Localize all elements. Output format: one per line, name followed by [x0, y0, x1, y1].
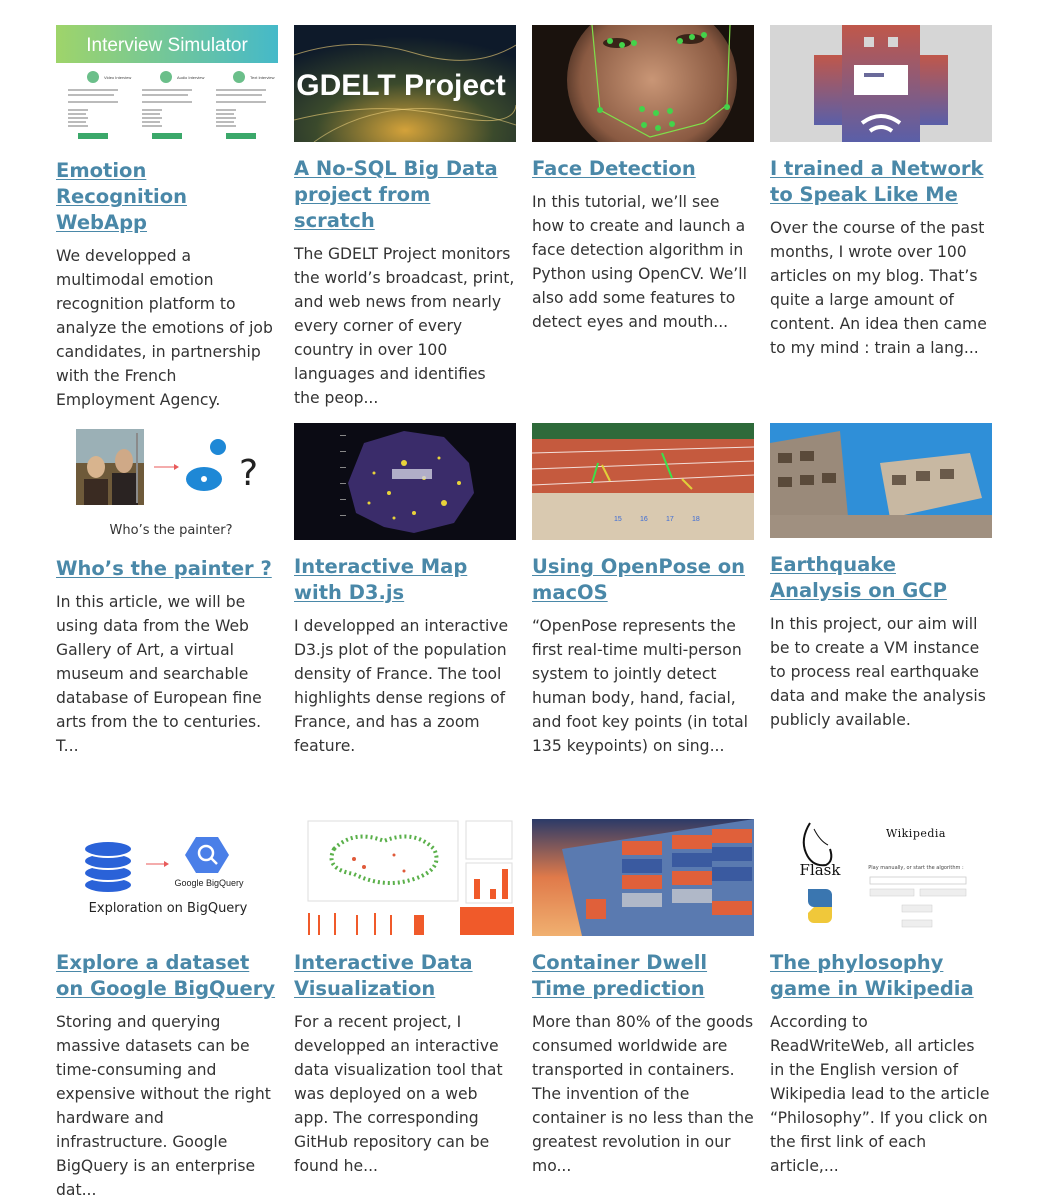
project-thumbnail[interactable]: Google BigQuery Exploration on BigQuery	[56, 819, 278, 936]
project-card-data-visualization: Interactive Data Visualization For a rec…	[294, 819, 516, 1178]
project-description: More than 80% of the goods consumed worl…	[532, 1013, 754, 1175]
project-description: For a recent project, I developped an in…	[294, 1013, 503, 1175]
project-title-link[interactable]: Interactive Data Visualization	[294, 950, 516, 1002]
python-logo-icon	[808, 889, 832, 907]
thumbnail-title: Interview Simulator	[86, 35, 248, 56]
project-title-link[interactable]: Interactive Map with D3.js	[294, 554, 516, 606]
project-description: “OpenPose represents the first real-time…	[532, 617, 748, 755]
project-description: The GDELT Project monitors the world’s b…	[294, 245, 515, 407]
project-description: According to ReadWriteWeb, all articles …	[770, 1013, 990, 1175]
project-description: Storing and querying massive datasets ca…	[56, 1013, 271, 1199]
project-thumbnail[interactable]: Interview Simulator Video Interview Audi…	[56, 25, 278, 142]
project-description: I developped an interactive D3.js plot o…	[294, 617, 509, 755]
project-card-whos-the-painter: ? Who’s the painter? Who’s the painter ?…	[56, 423, 278, 758]
project-title-link[interactable]: Container Dwell Time prediction	[532, 950, 754, 1002]
project-thumbnail[interactable]	[532, 819, 754, 936]
thumbnail-label: Flask	[800, 861, 842, 879]
project-card-face-detection: Face Detection In this tutorial, we’ll s…	[532, 25, 754, 334]
project-title-link[interactable]: A No-SQL Big Data project from scratch	[294, 156, 516, 234]
thumbnail-caption: Exploration on BigQuery	[89, 901, 248, 916]
thumbnail-title: GDELT Project	[296, 69, 505, 102]
project-title-link[interactable]: The phylosophy game in Wikipedia	[770, 950, 992, 1002]
project-card-earthquake: Earthquake Analysis on GCP In this proje…	[770, 423, 992, 732]
project-title-link[interactable]: Explore a dataset on Google BigQuery	[56, 950, 278, 1002]
project-row: Google BigQuery Exploration on BigQuery …	[56, 819, 996, 1199]
project-grid: Interview Simulator Video Interview Audi…	[56, 25, 996, 1199]
thumbnail-col-label: Video Interview	[104, 75, 131, 80]
project-card-speak-like-me: I trained a Network to Speak Like Me Ove…	[770, 25, 992, 360]
wikipedia-label: Wikipedia	[886, 827, 946, 840]
project-card-container-dwell: Container Dwell Time prediction More tha…	[532, 819, 754, 1178]
project-row: Interview Simulator Video Interview Audi…	[56, 25, 996, 423]
svg-text:17: 17	[666, 516, 674, 523]
project-card-philosophy-game: Flask Wikipedia Play manually, or start …	[770, 819, 992, 1178]
project-card-openpose: 15 16 17 18 Using OpenPose on macOS “OpenPo…	[532, 423, 754, 758]
project-title-link[interactable]: Who’s the painter ?	[56, 556, 278, 582]
project-title-link[interactable]: Earthquake Analysis on GCP	[770, 552, 992, 604]
svg-text:18: 18	[692, 516, 700, 523]
project-thumbnail[interactable]	[294, 819, 516, 936]
project-title-link[interactable]: Face Detection	[532, 156, 754, 182]
project-row: ? Who’s the painter? Who’s the painter ?…	[56, 423, 996, 819]
project-thumbnail[interactable]: 15 16 17 18	[532, 423, 754, 540]
project-description: In this article, we will be using data f…	[56, 593, 262, 755]
thumbnail-subtitle: Play manually, or start the algorithm :	[868, 865, 964, 871]
project-description: In this tutorial, we’ll see how to creat…	[532, 193, 747, 331]
project-thumbnail[interactable]	[294, 423, 516, 540]
thumbnail-col-label: Audio Interview	[177, 75, 204, 80]
project-description: In this project, our aim will be to crea…	[770, 615, 986, 729]
project-thumbnail[interactable]	[770, 25, 992, 142]
project-title-link[interactable]: Using OpenPose on macOS	[532, 554, 754, 606]
project-thumbnail[interactable]	[532, 25, 754, 142]
svg-text:16: 16	[640, 516, 648, 523]
svg-text:?: ?	[239, 453, 258, 494]
project-description: We developped a multimodal emotion recog…	[56, 247, 273, 409]
project-thumbnail[interactable]	[770, 423, 992, 538]
project-thumbnail[interactable]: ? Who’s the painter?	[56, 423, 278, 542]
project-card-emotion-recognition: Interview Simulator Video Interview Audi…	[56, 25, 278, 412]
project-title-link[interactable]: I trained a Network to Speak Like Me	[770, 156, 992, 208]
project-card-d3-map: Interactive Map with D3.js I developped …	[294, 423, 516, 758]
project-thumbnail[interactable]: GDELT Project	[294, 25, 516, 142]
project-card-bigquery: Google BigQuery Exploration on BigQuery …	[56, 819, 278, 1202]
svg-text:15: 15	[614, 516, 622, 523]
thumbnail-caption: Who’s the painter?	[110, 523, 233, 538]
thumbnail-label: Google BigQuery	[174, 878, 244, 888]
project-card-gdelt: GDELT Project A No-SQL Big Data project …	[294, 25, 516, 410]
thumbnail-col-label: Text Interview	[250, 75, 275, 80]
project-title-link[interactable]: Emotion Recognition WebApp	[56, 158, 278, 236]
project-thumbnail[interactable]: Flask Wikipedia Play manually, or start …	[770, 819, 992, 936]
project-description: Over the course of the past months, I wr…	[770, 219, 987, 357]
